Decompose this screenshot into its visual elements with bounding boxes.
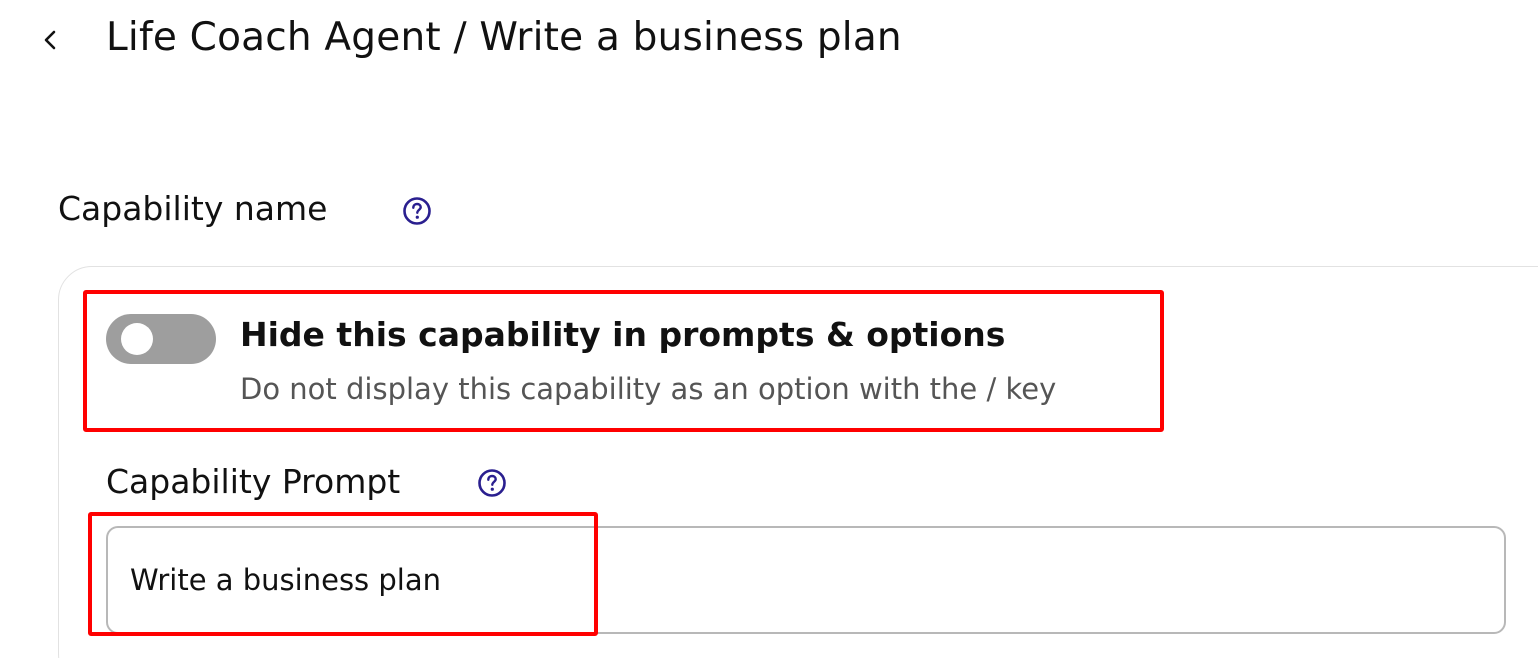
back-button[interactable] (30, 18, 70, 62)
help-name-glyph (403, 197, 431, 225)
capability-prompt-label: Capability Prompt (106, 462, 401, 501)
question-circle-icon[interactable] (477, 468, 507, 498)
capability-editor-page: Life Coach Agent / Write a business plan… (0, 0, 1538, 658)
toggle-knob (121, 323, 153, 355)
hide-capability-toggle[interactable] (106, 314, 216, 364)
capability-prompt-input[interactable] (106, 526, 1506, 634)
hide-capability-description: Do not display this capability as an opt… (240, 372, 1057, 406)
chevron-left-icon (44, 30, 56, 50)
capability-name-label: Capability name (58, 189, 328, 228)
help-prompt-glyph (478, 469, 506, 497)
question-circle-icon[interactable] (402, 196, 432, 226)
hide-capability-title: Hide this capability in prompts & option… (240, 315, 1006, 354)
page-title: Life Coach Agent / Write a business plan (106, 15, 902, 60)
